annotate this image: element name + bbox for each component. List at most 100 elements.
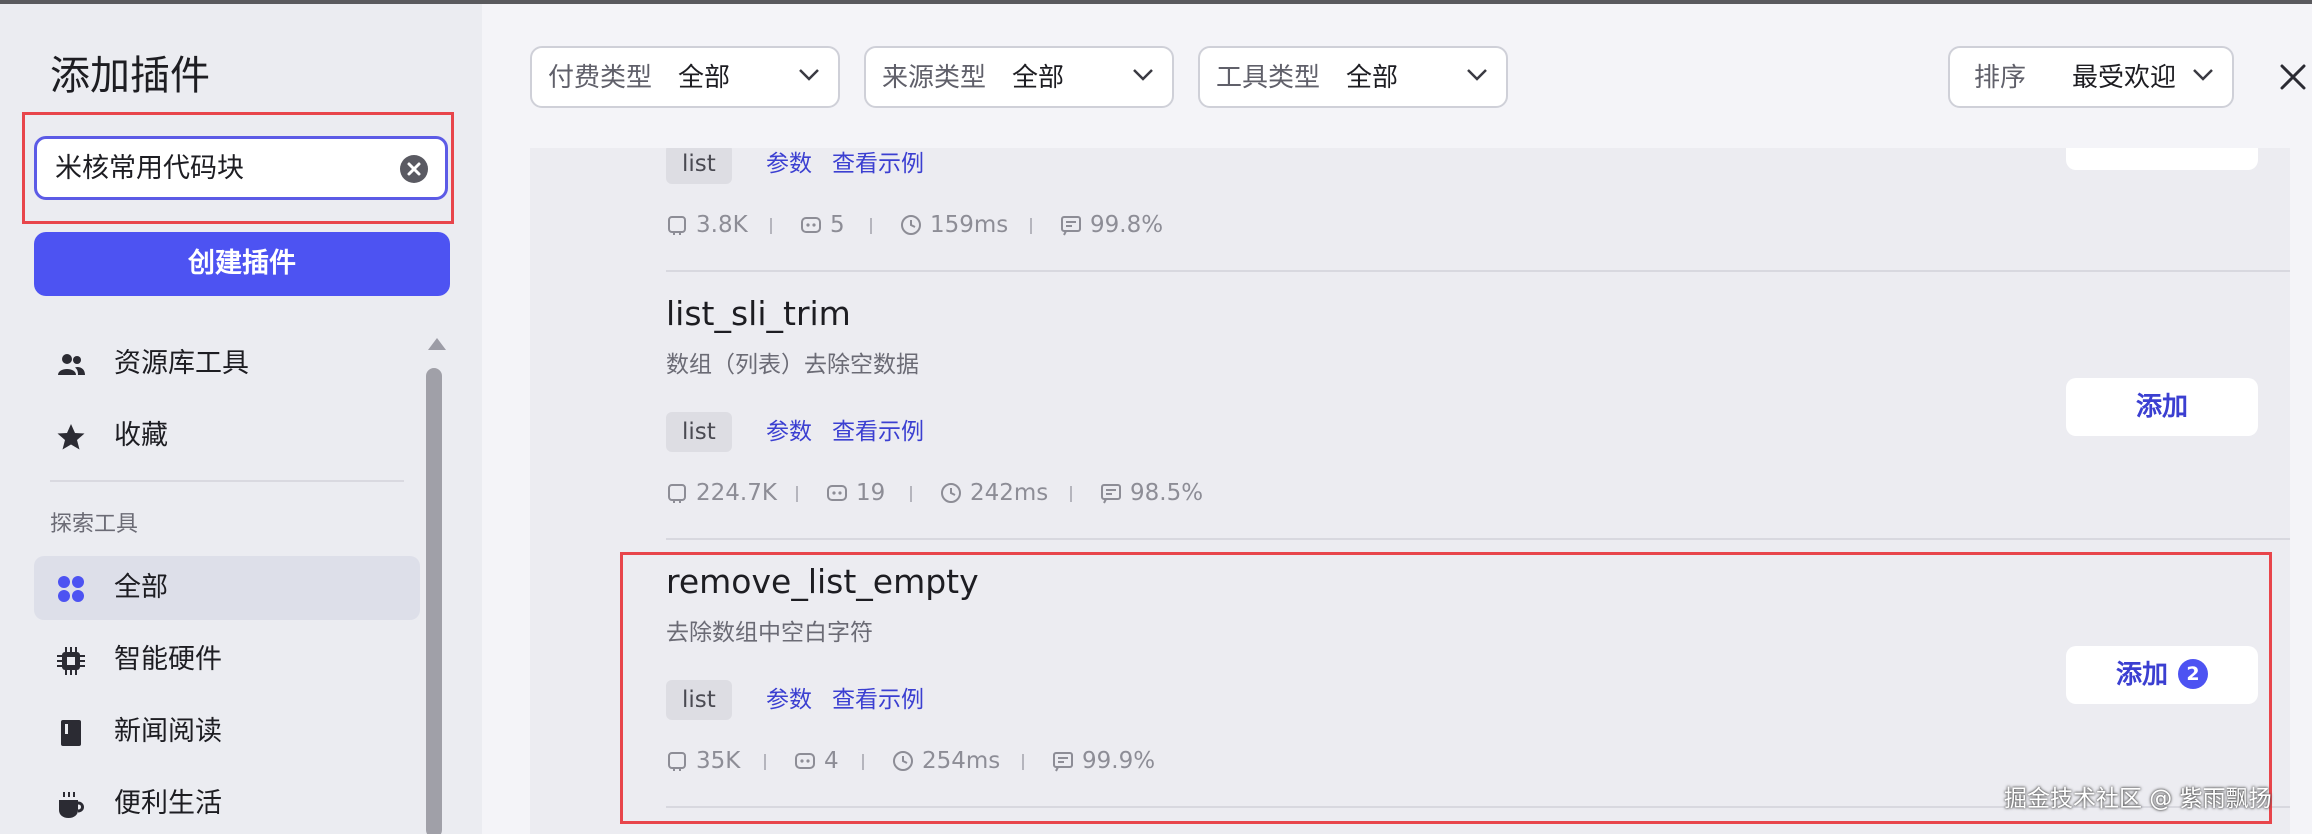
sort-select[interactable]: 排序 最受欢迎 <box>1948 46 2234 108</box>
filter-label: 来源类型 <box>882 63 987 93</box>
bot-icon <box>795 753 815 769</box>
search-input-value: 米核常用代码块 <box>55 153 244 184</box>
sidebar-item-favorites[interactable]: 收藏 <box>34 404 420 468</box>
sidebar-item-label: 便利生活 <box>114 788 222 819</box>
sidebar-scroll-thumb[interactable] <box>426 368 442 834</box>
stat-separator <box>862 754 864 770</box>
plugin-name: remove_list_empty <box>666 562 979 601</box>
add-plugin-button[interactable] <box>2066 148 2258 170</box>
cup-icon <box>59 792 84 818</box>
sidebar-item-smart-hardware[interactable]: 智能硬件 <box>34 628 420 692</box>
success-rate: 98.5% <box>1130 480 1204 506</box>
close-icon[interactable] <box>2276 60 2310 94</box>
plugin-card: list 参数 查看示例 3.8K 5 159ms 99.8% <box>530 148 2290 272</box>
source-type-filter[interactable]: 来源类型 全部 <box>864 46 1174 108</box>
add-plugin-button[interactable]: 添加 2 <box>2066 646 2258 704</box>
tool-type-filter[interactable]: 工具类型 全部 <box>1198 46 1508 108</box>
stat-separator <box>910 486 912 502</box>
stat-separator <box>770 218 772 234</box>
view-example-link[interactable]: 查看示例 <box>832 412 924 452</box>
success-rate-icon <box>1053 752 1073 772</box>
stat-separator <box>870 218 872 234</box>
book-icon <box>61 720 81 746</box>
success-rate-icon <box>1061 216 1081 236</box>
sidebar-item-label: 收藏 <box>114 420 168 451</box>
plugin-card: remove_list_empty 去除数组中空白字符 list 参数 查看示例… <box>530 540 2290 808</box>
view-example-link[interactable]: 查看示例 <box>832 680 924 720</box>
latency-value: 242ms <box>970 480 1049 506</box>
stat-separator <box>796 486 798 502</box>
add-button-label: 添加 <box>2115 660 2168 690</box>
params-link[interactable]: 参数 <box>766 680 812 720</box>
filter-bar: 付费类型 全部 来源类型 全部 工具类型 全部 排序 最受欢迎 <box>482 4 2312 148</box>
plugin-description: 数组（列表）去除空数据 <box>666 352 919 378</box>
plugin-tag: list <box>666 148 732 184</box>
plugin-name: list_sli_trim <box>666 294 851 333</box>
sort-label: 排序 <box>1974 63 2027 93</box>
sidebar-item-label: 资源库工具 <box>114 348 249 379</box>
grid-icon <box>58 576 84 602</box>
usage-count: 35K <box>696 748 741 774</box>
sidebar: 添加插件 米核常用代码块 创建插件 资源库工具 收藏 探索工具 全部 智能硬件 … <box>0 4 482 834</box>
filter-value: 全部 <box>1346 63 1399 93</box>
plugin-description: 去除数组中空白字符 <box>666 620 873 646</box>
stat-separator <box>764 754 766 770</box>
star-icon <box>57 424 85 450</box>
add-plugin-button[interactable]: 添加 <box>2066 378 2258 436</box>
clock-icon <box>893 751 913 771</box>
pay-type-filter[interactable]: 付费类型 全部 <box>530 46 840 108</box>
added-count-badge: 2 <box>2178 659 2208 689</box>
bot-count: 5 <box>830 212 845 238</box>
plugin-results-list: list 参数 查看示例 3.8K 5 159ms 99.8% list_sli… <box>530 148 2290 834</box>
view-example-link[interactable]: 查看示例 <box>832 148 924 184</box>
latency-value: 159ms <box>930 212 1009 238</box>
params-link[interactable]: 参数 <box>766 148 812 184</box>
watermark: 掘金技术社区 @ 紫雨飘扬 <box>2004 786 2272 812</box>
explore-section-label: 探索工具 <box>50 512 139 537</box>
sidebar-item-label: 全部 <box>114 572 168 603</box>
usage-icon <box>668 484 686 503</box>
stat-separator <box>1022 754 1024 770</box>
sidebar-item-library-tools[interactable]: 资源库工具 <box>34 332 420 396</box>
params-link[interactable]: 参数 <box>766 412 812 452</box>
bot-icon <box>827 485 847 501</box>
sidebar-scrollbar[interactable] <box>424 338 446 834</box>
search-input[interactable]: 米核常用代码块 <box>34 136 448 200</box>
latency-value: 254ms <box>922 748 1001 774</box>
stat-separator <box>1070 486 1072 502</box>
plugin-card: list_sli_trim 数组（列表）去除空数据 list 参数 查看示例 2… <box>530 272 2290 540</box>
filter-value: 全部 <box>678 63 731 93</box>
success-rate: 99.8% <box>1090 212 1164 238</box>
usage-count: 3.8K <box>696 212 748 238</box>
bot-count: 19 <box>856 480 886 506</box>
scroll-up-arrow-icon[interactable] <box>428 338 446 350</box>
sort-value: 最受欢迎 <box>2072 63 2177 93</box>
success-rate: 99.9% <box>1082 748 1156 774</box>
sidebar-item-label: 智能硬件 <box>114 644 222 675</box>
chip-icon <box>57 647 85 675</box>
clock-icon <box>941 483 961 503</box>
success-rate-icon <box>1101 484 1121 504</box>
filter-value: 全部 <box>1012 63 1065 93</box>
stat-separator <box>1030 218 1032 234</box>
plugin-tag: list <box>666 412 732 452</box>
bot-icon <box>801 217 821 233</box>
clear-search-icon[interactable] <box>399 154 429 184</box>
chevron-down-icon <box>799 69 819 81</box>
create-plugin-button[interactable]: 创建插件 <box>34 232 450 296</box>
chevron-down-icon <box>2193 69 2213 81</box>
plugin-tag: list <box>666 680 732 720</box>
usage-icon <box>668 752 686 771</box>
chevron-down-icon <box>1133 69 1153 81</box>
users-icon <box>58 354 85 375</box>
sidebar-item-convenient-life[interactable]: 便利生活 <box>34 772 420 834</box>
sidebar-divider <box>50 480 404 482</box>
sidebar-item-label: 新闻阅读 <box>114 716 222 747</box>
chevron-down-icon <box>1467 69 1487 81</box>
bot-count: 4 <box>824 748 839 774</box>
filter-label: 付费类型 <box>548 63 653 93</box>
clock-icon <box>901 215 921 235</box>
sidebar-item-news-reading[interactable]: 新闻阅读 <box>34 700 420 764</box>
sidebar-title: 添加插件 <box>50 53 210 99</box>
sidebar-item-all[interactable]: 全部 <box>34 556 420 620</box>
